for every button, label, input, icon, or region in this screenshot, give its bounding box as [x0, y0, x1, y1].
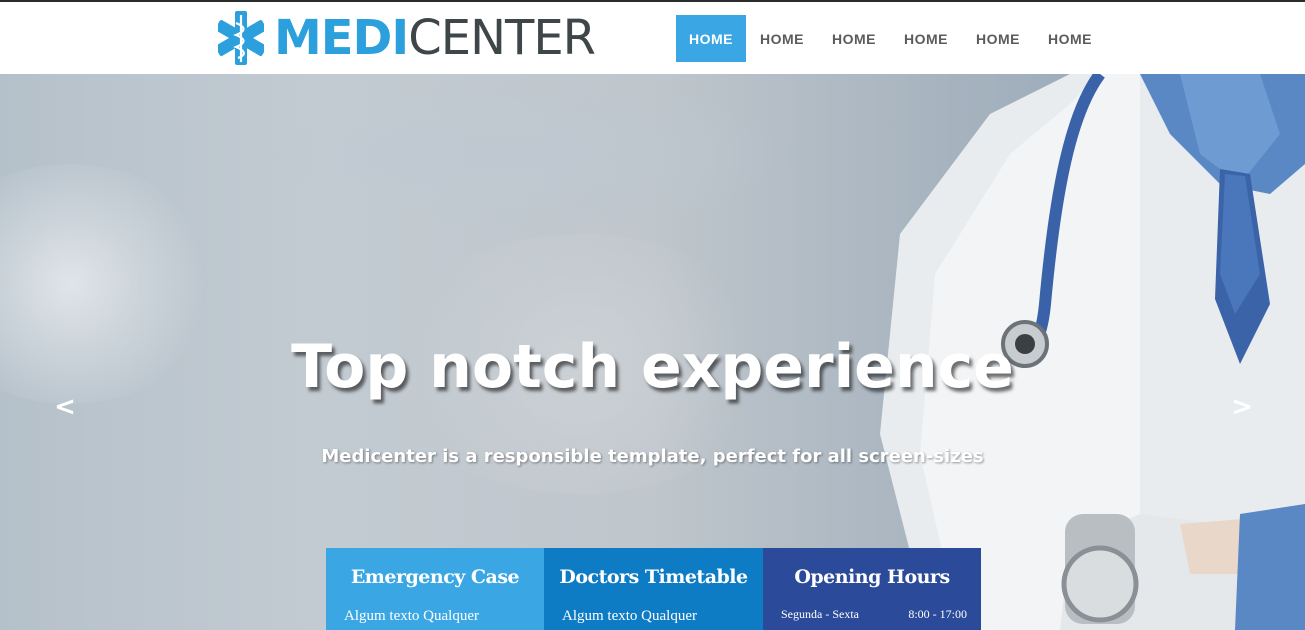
doctors-timetable-title: Doctors Timetable	[559, 566, 748, 588]
opening-hours-time: 8:00 - 17:00	[908, 607, 967, 621]
nav-item-home-3[interactable]: HOME	[818, 15, 890, 62]
opening-hours-title: Opening Hours	[794, 566, 950, 588]
emergency-case-box[interactable]: Emergency Case Algum texto Qualquer	[326, 548, 544, 630]
emergency-case-text: Algum texto Qualquer	[344, 608, 479, 624]
opening-hours-row: Segunda - Sexta 8:00 - 17:00	[781, 607, 967, 622]
nav-item-home-2[interactable]: HOME	[746, 15, 818, 62]
star-of-life-icon	[218, 11, 264, 65]
main-nav: HOME HOME HOME HOME HOME HOME	[676, 15, 1106, 62]
site-header: MEDICENTER HOME HOME HOME HOME HOME HOME	[0, 2, 1305, 74]
brand-logo[interactable]: MEDICENTER	[218, 8, 596, 68]
info-boxes: Emergency Case Algum texto Qualquer Doct…	[326, 548, 981, 630]
brand-name-part2: CENTER	[408, 10, 596, 66]
hero-slider: Top notch experience Medicenter is a res…	[0, 74, 1305, 630]
brand-name: MEDICENTER	[274, 8, 596, 68]
doctors-timetable-text: Algum texto Qualquer	[562, 608, 697, 624]
nav-item-home-6[interactable]: HOME	[1034, 15, 1106, 62]
hero-background-haze	[200, 74, 800, 234]
doctors-timetable-box[interactable]: Doctors Timetable Algum texto Qualquer	[544, 548, 763, 630]
nav-item-home-active[interactable]: HOME	[676, 15, 746, 62]
nav-item-home-5[interactable]: HOME	[962, 15, 1034, 62]
opening-hours-day: Segunda - Sexta	[781, 607, 859, 621]
emergency-case-title: Emergency Case	[350, 566, 520, 588]
slider-prev-arrow[interactable]: <	[50, 392, 80, 422]
brand-name-part1: MEDI	[274, 10, 409, 66]
nav-item-home-4[interactable]: HOME	[890, 15, 962, 62]
opening-hours-box[interactable]: Opening Hours Segunda - Sexta 8:00 - 17:…	[763, 548, 981, 630]
hero-title: Top notch experience	[291, 332, 1014, 402]
slider-next-arrow[interactable]: >	[1227, 392, 1257, 422]
hero-subtitle: Medicenter is a responsible template, pe…	[321, 446, 984, 467]
